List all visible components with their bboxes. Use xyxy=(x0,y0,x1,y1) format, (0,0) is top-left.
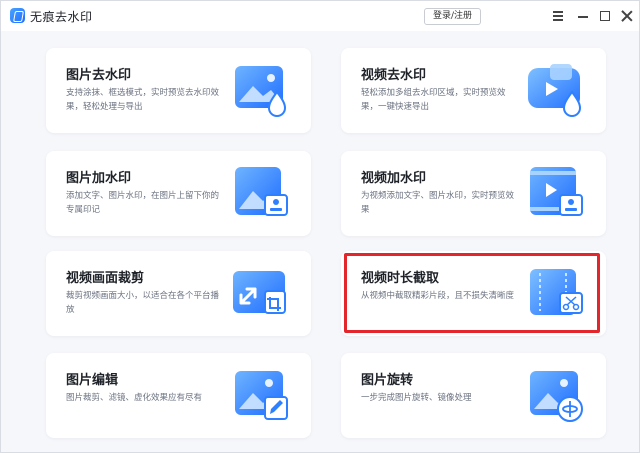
card-image-edit[interactable]: 图片编辑 图片裁剪、滤镜、虚化效果应有尽有 xyxy=(46,353,311,438)
app-window: 无痕去水印 登录/注册 图片去水印 支持涂抹、框选模式，实时预览去水印效果，轻松… xyxy=(0,0,640,453)
card-description: 支持涂抹、框选模式，实时预览去水印效果，轻松处理与导出 xyxy=(66,88,220,112)
card-image-rotate[interactable]: 图片旋转 一步完成图片旋转、镜像处理 xyxy=(341,353,606,438)
close-icon[interactable] xyxy=(620,9,634,23)
card-title: 视频画面裁剪 xyxy=(66,271,145,286)
card-title: 图片加水印 xyxy=(66,171,132,186)
card-title: 视频加水印 xyxy=(361,171,427,186)
image-edit-icon xyxy=(235,371,288,420)
app-title: 无痕去水印 xyxy=(30,10,93,24)
card-title: 图片编辑 xyxy=(66,373,119,388)
login-register-button[interactable]: 登录/注册 xyxy=(424,8,481,25)
app-logo-icon xyxy=(10,8,25,23)
card-description: 从视频中截取精彩片段，且不损失清晰度 xyxy=(361,291,515,301)
card-title: 图片去水印 xyxy=(66,68,132,83)
image-drop-icon xyxy=(235,66,287,117)
card-video-remove-watermark[interactable]: 视频去水印 轻松添加多组去水印区域，实时预览效果，一键快速导出 xyxy=(341,48,606,133)
card-description: 轻松添加多组去水印区域，实时预览效果，一键快速导出 xyxy=(361,88,506,112)
video-cut-icon xyxy=(530,269,583,315)
card-video-add-watermark[interactable]: 视频加水印 为视频添加文字、图片水印，实时预览效果 xyxy=(341,151,606,236)
card-description: 图片裁剪、滤镜、虚化效果应有尽有 xyxy=(66,393,203,403)
card-description: 一步完成图片旋转、镜像处理 xyxy=(361,393,472,403)
card-video-crop[interactable]: 视频画面裁剪 裁剪视频画面大小，以适合在各个平台播放 xyxy=(46,251,311,336)
card-title: 视频去水印 xyxy=(361,68,427,83)
maximize-icon[interactable] xyxy=(598,9,612,23)
card-description: 裁剪视频画面大小，以适合在各个平台播放 xyxy=(66,291,220,315)
minimize-icon[interactable] xyxy=(576,9,590,23)
video-stamp-icon xyxy=(530,167,583,216)
card-image-add-watermark[interactable]: 图片加水印 添加文字、图片水印，在图片上留下你的专属印记 xyxy=(46,151,311,236)
crop-icon xyxy=(233,271,286,314)
menu-icon[interactable] xyxy=(551,9,565,23)
card-title: 图片旋转 xyxy=(361,373,414,388)
card-description: 为视频添加文字、图片水印，实时预览效果 xyxy=(361,191,515,215)
card-image-remove-watermark[interactable]: 图片去水印 支持涂抹、框选模式，实时预览去水印效果，轻松处理与导出 xyxy=(46,48,311,133)
title-bar: 无痕去水印 登录/注册 xyxy=(1,1,639,31)
card-title: 视频时长截取 xyxy=(361,271,440,286)
image-stamp-icon xyxy=(235,167,288,216)
card-video-trim[interactable]: 视频时长截取 从视频中截取精彩片段，且不损失清晰度 xyxy=(341,251,606,336)
card-description: 添加文字、图片水印，在图片上留下你的专属印记 xyxy=(66,191,220,215)
video-drop-icon xyxy=(528,64,582,117)
image-rotate-icon xyxy=(530,371,583,422)
